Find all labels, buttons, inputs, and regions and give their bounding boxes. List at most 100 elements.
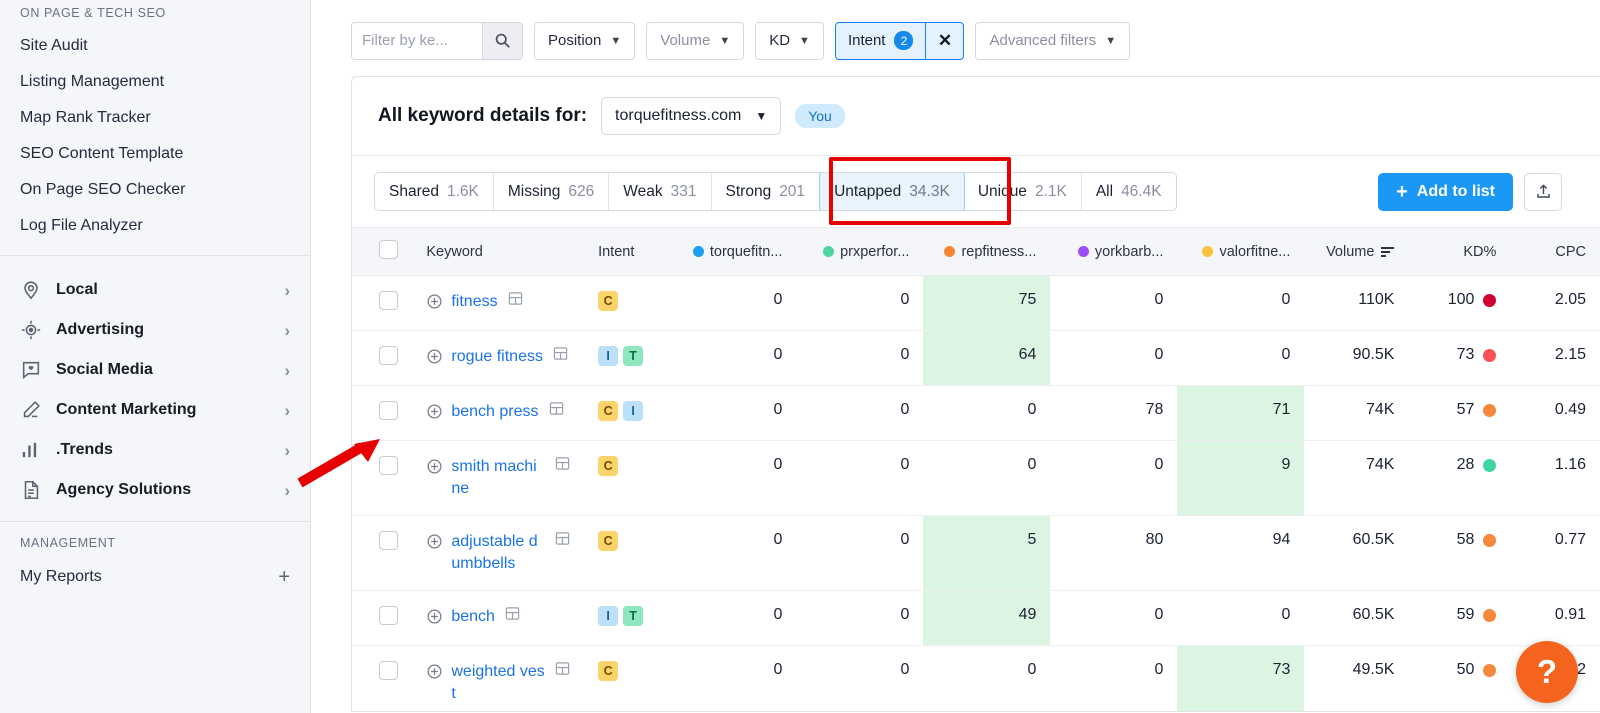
add-keyword-icon[interactable] [426,608,444,630]
column-header-cpc[interactable]: CPC [1510,227,1600,276]
tab-weak[interactable]: Weak 331 [609,173,712,210]
row-checkbox-cell[interactable] [352,440,413,516]
add-keyword-icon[interactable] [426,458,444,480]
intent-filter-label: Intent [847,32,886,49]
tab-all[interactable]: All 46.4K [1082,173,1176,210]
help-button[interactable]: ? [1516,641,1578,703]
tab-strong[interactable]: Strong 201 [712,173,821,210]
volume-filter[interactable]: Volume ▼ [646,21,745,60]
serp-features-icon[interactable] [549,401,564,421]
tab-missing[interactable]: Missing 626 [494,173,610,210]
row-checkbox[interactable] [379,606,399,625]
column-header-checkbox[interactable] [352,227,413,276]
keyword-link[interactable]: fitness [451,291,497,313]
sidebar-item--trends[interactable]: .Trends › [0,430,310,470]
add-keyword-icon[interactable] [426,348,444,370]
keyword-link[interactable]: bench press [451,401,538,423]
panel-actions: + Add to list [1378,172,1578,211]
column-header-d2[interactable]: prxperfor... [796,227,924,276]
select-all-checkbox[interactable] [379,240,399,259]
sidebar-item-log-file-analyzer[interactable]: Log File Analyzer [0,208,310,244]
tab-shared[interactable]: Shared 1.6K [375,173,494,210]
add-to-list-button[interactable]: + Add to list [1378,172,1513,211]
column-header-d5[interactable]: valorfitne... [1177,227,1305,276]
sort-descending-icon[interactable] [1381,246,1395,257]
keyword-link[interactable]: adjustable dumbbells [451,531,545,575]
table-row[interactable]: rogue fitness I T 0 0 64 0 0 90.5K 73 2.15 [352,330,1600,386]
serp-features-icon[interactable] [553,346,568,366]
search-input[interactable] [352,22,482,59]
serp-features-icon[interactable] [555,661,570,681]
sidebar-item-agency-solutions[interactable]: Agency Solutions › [0,470,310,510]
competitor-position-cell: 0 [796,440,924,516]
row-checkbox[interactable] [379,456,399,475]
table-row[interactable]: adjustable dumbbells C 0 0 5 80 94 60.5K 58 0.77 [352,515,1600,591]
intent-badge-c: C [598,291,619,311]
serp-features-icon[interactable] [508,291,523,311]
intent-filter[interactable]: Intent 2 ✕ [834,21,965,60]
column-header-volume[interactable]: Volume [1304,227,1409,276]
table-row[interactable]: bench press C I 0 0 0 78 71 74K 57 0.49 [352,385,1600,441]
keyword-link[interactable]: weighted vest [451,661,545,705]
tab-untapped[interactable]: Untapped 34.3K [819,173,965,210]
sidebar-item-listing-management[interactable]: Listing Management [0,64,310,100]
sidebar-item-local[interactable]: Local › [0,270,310,310]
table-row[interactable]: fitness C 0 0 75 0 0 110K 100 2.05 [352,275,1600,331]
sidebar-item-map-rank-tracker[interactable]: Map Rank Tracker [0,100,310,136]
row-checkbox-cell[interactable] [352,275,413,331]
column-header-keyword[interactable]: Keyword [412,227,585,276]
row-checkbox[interactable] [379,346,399,365]
plus-icon[interactable]: + [278,567,290,587]
sidebar-divider-2 [0,521,310,522]
sidebar-item-social-media[interactable]: Social Media › [0,350,310,390]
table-row[interactable]: bench I T 0 0 49 0 0 60.5K 59 0.91 [352,590,1600,646]
kd-filter[interactable]: KD ▼ [755,21,824,60]
table-row[interactable]: smith machine C 0 0 0 0 9 74K 28 1.16 [352,440,1600,516]
row-checkbox-cell[interactable] [352,590,413,646]
sidebar-item-on-page-seo-checker[interactable]: On Page SEO Checker [0,172,310,208]
search-icon[interactable] [482,22,522,59]
serp-features-icon[interactable] [555,531,570,551]
row-checkbox[interactable] [379,661,399,680]
column-header-d1[interactable]: torquefitn... [669,227,797,276]
column-header-d3[interactable]: repfitness... [923,227,1051,276]
panel-title: All keyword details for: [378,105,588,126]
row-checkbox[interactable] [379,531,399,550]
volume-cell: 74K [1304,385,1409,441]
add-keyword-icon[interactable] [426,533,444,555]
row-checkbox-cell[interactable] [352,330,413,386]
volume-cell: 60.5K [1304,590,1409,646]
serp-features-icon[interactable] [505,606,520,626]
keyword-link[interactable]: rogue fitness [451,346,543,368]
keyword-segment-tabs: Shared 1.6K Missing 626 Weak 331 Strong 201 Unta… [374,172,1177,211]
keyword-search-group[interactable] [351,21,523,60]
intent-filter-main[interactable]: Intent 2 [836,23,926,59]
add-keyword-icon[interactable] [426,663,444,685]
column-header-d4[interactable]: yorkbarb... [1050,227,1178,276]
column-header-kd[interactable]: KD% [1408,227,1511,276]
tab-unique[interactable]: Unique 2.1K [964,173,1082,210]
row-checkbox-cell[interactable] [352,515,413,591]
keyword-link[interactable]: smith machine [451,456,545,500]
row-checkbox[interactable] [379,401,399,420]
add-keyword-icon[interactable] [426,293,444,315]
position-filter[interactable]: Position ▼ [534,21,636,60]
row-checkbox-cell[interactable] [352,385,413,441]
export-icon[interactable] [1524,172,1562,211]
sidebar-item-content-marketing[interactable]: Content Marketing › [0,390,310,430]
serp-features-icon[interactable] [555,456,570,476]
table-row[interactable]: weighted vestC00007349.5K500.82 [352,645,1600,711]
sidebar-item-my-reports[interactable]: My Reports + [0,560,310,594]
sidebar-item-advertising[interactable]: Advertising › [0,310,310,350]
column-header-intent[interactable]: Intent [584,227,670,276]
intent-filter-clear-icon[interactable]: ✕ [925,22,963,59]
domain-selector[interactable]: torquefitness.com ▼ [601,97,782,135]
add-keyword-icon[interactable] [426,403,444,425]
advanced-filters[interactable]: Advanced filters ▼ [975,21,1131,60]
kd-value: 58 [1456,531,1475,548]
keyword-link[interactable]: bench [451,606,495,628]
row-checkbox[interactable] [379,291,399,310]
sidebar-item-site-audit[interactable]: Site Audit [0,28,310,64]
row-checkbox-cell[interactable] [352,645,413,711]
sidebar-item-seo-content-template[interactable]: SEO Content Template [0,136,310,172]
